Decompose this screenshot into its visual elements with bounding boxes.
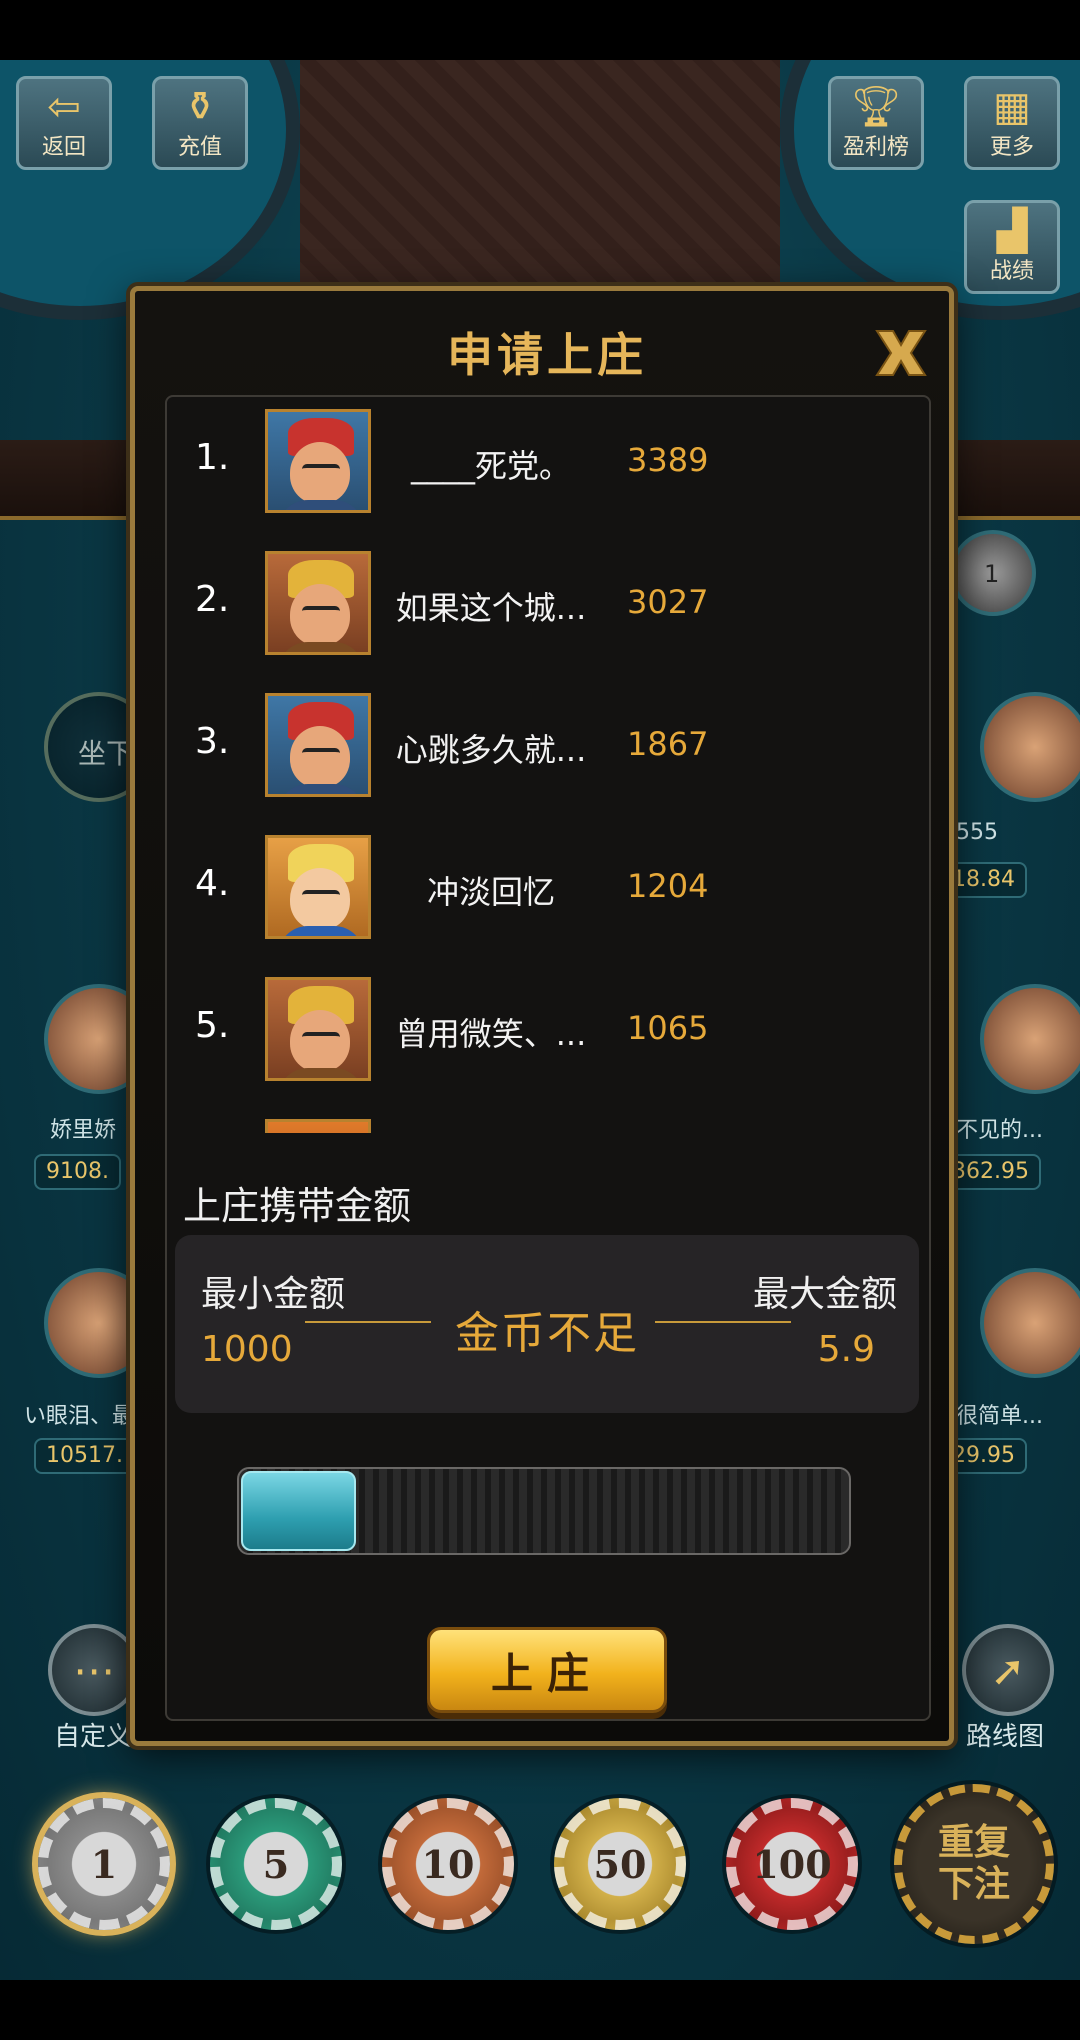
applicant-score: 1204 xyxy=(627,867,709,905)
money-bag-icon: ⚱ xyxy=(183,84,217,130)
applicant-list[interactable]: 1. ____死党。 3389 2. 如果这个城... 3027 3. 心跳多久… xyxy=(167,397,929,1133)
leaderboard-label: 盈利榜 xyxy=(842,135,909,160)
leaderboard-button[interactable]: 🏆︎ 盈利榜 xyxy=(828,76,924,170)
applicant-score: 1065 xyxy=(627,1009,709,1047)
sit-down-label: 坐下 xyxy=(78,737,135,770)
applicant-name: ____死党。 xyxy=(410,447,571,485)
close-icon xyxy=(875,330,927,376)
applicant-score: 1867 xyxy=(627,725,709,763)
chip-5-label: 5 xyxy=(262,1841,290,1887)
route-map-label: 路线图 xyxy=(966,1722,1045,1752)
custom-label: 自定义 xyxy=(54,1722,133,1752)
chip-50-label: 50 xyxy=(593,1841,647,1887)
carry-amount-label: 上庄携带金额 xyxy=(183,1184,412,1228)
seat-name-left-1: 娇里娇 xyxy=(50,1118,117,1143)
seat-value-left-1: 9108. xyxy=(34,1154,121,1190)
chip-1-label: 1 xyxy=(90,1841,118,1887)
more-label: 更多 xyxy=(989,135,1034,160)
rank-label: 1. xyxy=(195,437,230,478)
seat-value-right-2: 362.95 xyxy=(940,1154,1041,1190)
list-item: 4. 冲淡回忆 1204 xyxy=(167,823,929,965)
apply-banker-button[interactable]: 上庄 xyxy=(427,1627,667,1713)
seat-avatar-right-2[interactable] xyxy=(980,984,1080,1094)
seat-avatar-right-3[interactable] xyxy=(980,1268,1080,1378)
chip-100-label: 100 xyxy=(752,1841,832,1887)
chip-1[interactable]: 1 xyxy=(38,1798,170,1930)
exit-icon: ⇦ xyxy=(47,84,81,130)
chip-5[interactable]: 5 xyxy=(210,1798,342,1930)
seat-value-left-2: 10517. xyxy=(34,1438,135,1474)
recharge-label: 充值 xyxy=(177,135,222,160)
list-item: 5. 曾用微笑、... 1065 xyxy=(167,965,929,1107)
more-button[interactable]: ▦ 更多 xyxy=(964,76,1060,170)
avatar xyxy=(265,977,371,1081)
bar-chart-icon: ▟ xyxy=(996,208,1028,254)
arrow-icon: ➚ xyxy=(990,1645,1026,1695)
back-label: 返回 xyxy=(41,135,86,160)
rank-label: 2. xyxy=(195,579,230,620)
applicant-score: 3027 xyxy=(627,583,709,621)
lucky-chip-seat: 1 xyxy=(950,530,1036,616)
applicant-list-panel: 1. ____死党。 3389 2. 如果这个城... 3027 3. 心跳多久… xyxy=(165,395,931,1721)
route-map-button[interactable]: ➚ xyxy=(962,1624,1054,1716)
repeat-bet-label: 重复 下注 xyxy=(937,1822,1010,1905)
applicant-name: 心跳多久就... xyxy=(395,731,587,769)
amount-slider[interactable] xyxy=(237,1467,851,1555)
repeat-bet-button[interactable]: 重复 下注 xyxy=(894,1784,1054,1944)
list-item: 3. 心跳多久就... 1867 xyxy=(167,681,929,823)
amount-range-box: 最小金额 最大金额 1000 5.9 金币不足 xyxy=(175,1235,919,1413)
chip-10-label: 10 xyxy=(421,1841,475,1887)
dots-icon: ⋯ xyxy=(73,1645,115,1695)
avatar xyxy=(265,835,371,939)
slider-handle[interactable] xyxy=(241,1471,356,1551)
list-item: 1. ____死党。 3389 xyxy=(167,397,929,539)
applicant-name: 如果这个城... xyxy=(395,589,587,627)
avatar xyxy=(265,409,371,513)
stats-label: 战绩 xyxy=(989,259,1034,284)
back-button[interactable]: ⇦ 返回 xyxy=(16,76,112,170)
avatar xyxy=(265,551,371,655)
applicant-name: 曾用微笑、... xyxy=(395,1015,587,1053)
list-item: 2. 如果这个城... 3027 xyxy=(167,539,929,681)
recharge-button[interactable]: ⚱ 充值 xyxy=(152,76,248,170)
stats-button[interactable]: ▟ 战绩 xyxy=(964,200,1060,294)
rank-label: 4. xyxy=(195,863,230,904)
chip-50[interactable]: 50 xyxy=(554,1798,686,1930)
seat-name-right-3: 很简单... xyxy=(956,1404,1043,1429)
applicant-name: 冲淡回忆 xyxy=(426,873,555,911)
avatar xyxy=(265,1119,371,1133)
seat-avatar-right-1[interactable] xyxy=(980,692,1080,802)
rank-label: 5. xyxy=(195,1005,230,1046)
seat-name-right-1: 555 xyxy=(956,820,998,845)
lucky-chip-icon: 1 xyxy=(984,560,1000,588)
close-button[interactable] xyxy=(869,325,933,381)
trophy-icon: 🏆︎ xyxy=(850,84,902,130)
seat-name-right-2: 不见的... xyxy=(956,1118,1043,1143)
applicant-score: 3389 xyxy=(627,441,709,479)
custom-button[interactable]: ⋯ xyxy=(48,1624,140,1716)
insufficient-coins-status: 金币不足 xyxy=(455,1308,639,1359)
rank-label: 3. xyxy=(195,721,230,762)
chip-10[interactable]: 10 xyxy=(382,1798,514,1930)
seat-name-left-2: い眼泪、最 xyxy=(24,1404,135,1429)
apply-banker-dialog: 申请上庄 1. ____死党。 3389 2. 如果这个城... 3027 3.… xyxy=(130,286,954,1746)
chip-100[interactable]: 100 xyxy=(726,1798,858,1930)
grid-icon: ▦ xyxy=(993,84,1031,130)
list-item-partial xyxy=(167,1107,929,1133)
avatar xyxy=(265,693,371,797)
apply-banker-label: 上庄 xyxy=(490,1648,603,1698)
dialog-title: 申请上庄 xyxy=(447,328,647,382)
